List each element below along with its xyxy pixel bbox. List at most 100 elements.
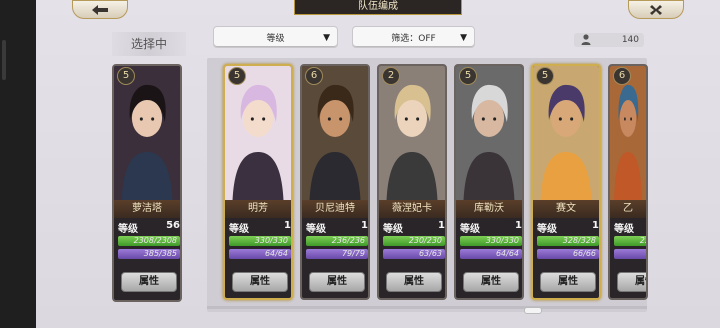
- sort-dropdown[interactable]: 等级 ▼: [213, 26, 338, 48]
- character-name: 萝洁塔: [114, 200, 180, 218]
- character-name: 库勒沃: [456, 200, 522, 218]
- level-label: 等级: [383, 224, 403, 235]
- level-row: 等级1: [614, 220, 646, 235]
- chevron-down-icon: ▼: [323, 33, 330, 43]
- mp-bar: 66/66: [537, 249, 599, 259]
- hp-bar: 328/328: [537, 236, 599, 246]
- hp-bar: 230/230: [614, 236, 646, 246]
- hp-value: 330/330: [254, 236, 288, 245]
- person-icon: [581, 34, 591, 45]
- hp-value: 330/330: [485, 236, 519, 245]
- mp-bar: 79/79: [306, 249, 368, 259]
- character-portrait: [114, 66, 180, 200]
- roster-scrollbar[interactable]: [207, 306, 647, 309]
- roster-scroll-thumb[interactable]: [524, 307, 542, 314]
- character-name: 赛文: [533, 200, 599, 218]
- hp-bar: 330/330: [460, 236, 522, 246]
- rank-icon: 6: [613, 67, 631, 85]
- level-row: 等级 1: [383, 220, 445, 235]
- level-row: 等级 1: [537, 220, 599, 235]
- filter-dropdown[interactable]: 筛选：OFF ▼: [352, 26, 475, 48]
- character-portrait: [533, 66, 599, 200]
- hp-bar: 330/330: [229, 236, 291, 246]
- character-card[interactable]: 5 明芳等级 1 330/330 64/64 属性: [223, 64, 293, 300]
- chevron-down-icon: ▼: [460, 33, 467, 43]
- rank-icon: 5: [228, 67, 246, 85]
- level-value: 56: [166, 220, 180, 231]
- roster-count-value: 140: [621, 35, 639, 45]
- mp-bar: 62/62: [614, 249, 646, 259]
- mp-bar-fill: [614, 249, 646, 259]
- level-label: 等级: [118, 224, 138, 235]
- level-value: 1: [592, 220, 599, 231]
- mp-value: 66/66: [572, 249, 596, 258]
- character-portrait: [302, 66, 368, 200]
- character-name: 明芳: [225, 200, 291, 218]
- rank-icon: 5: [459, 67, 477, 85]
- mp-bar: 64/64: [460, 249, 522, 259]
- level-row: 等级 1: [306, 220, 368, 235]
- rank-icon: 5: [117, 67, 135, 85]
- page-title: 队伍编成: [294, 0, 462, 15]
- attributes-button[interactable]: 属性: [309, 272, 365, 292]
- rank-icon: 6: [305, 67, 323, 85]
- mp-value: 64/64: [495, 249, 519, 258]
- character-portrait: [225, 66, 291, 200]
- mp-bar: 385/385: [118, 249, 180, 259]
- character-card[interactable]: 5 赛文等级 1 328/328 66/66 属性: [531, 64, 601, 300]
- selected-character-card[interactable]: 5 萝洁塔等级 56 2308/2308 385/385 属性: [112, 64, 182, 302]
- left-edge-strip: [0, 0, 36, 328]
- mp-bar: 64/64: [229, 249, 291, 259]
- hp-value: 328/328: [562, 236, 596, 245]
- character-portrait: [379, 66, 445, 200]
- character-card[interactable]: 6 乙等级1230/230 62/62 属性: [608, 64, 648, 300]
- level-label: 等级: [306, 224, 326, 235]
- level-label: 等级: [614, 224, 634, 235]
- attributes-button[interactable]: 属性: [121, 272, 177, 292]
- level-value: 1: [515, 220, 522, 231]
- filter-dropdown-value: 筛选：OFF: [391, 33, 436, 44]
- character-name: 贝尼迪特: [302, 200, 368, 218]
- rank-icon: 2: [382, 67, 400, 85]
- level-label: 等级: [229, 224, 249, 235]
- level-row: 等级 56: [118, 220, 180, 235]
- rank-icon: 5: [536, 67, 554, 85]
- level-value: 1: [361, 220, 368, 231]
- mp-value: 79/79: [341, 249, 365, 258]
- hp-value: 230/230: [408, 236, 442, 245]
- attributes-button[interactable]: 属性: [463, 272, 519, 292]
- character-card[interactable]: 6 贝尼迪特等级 1 236/236 79/79 属性: [300, 64, 370, 300]
- sort-dropdown-value: 等级: [266, 33, 285, 44]
- level-row: 等级 1: [229, 220, 291, 235]
- hp-value: 230/230: [639, 236, 646, 245]
- character-portrait: [456, 66, 522, 200]
- level-value: 1: [438, 220, 445, 231]
- attributes-button[interactable]: 属性: [232, 272, 288, 292]
- level-label: 等级: [460, 224, 480, 235]
- roster-count-badge: 140: [574, 33, 644, 47]
- edge-mark: [2, 40, 6, 80]
- hp-value: 236/236: [331, 236, 365, 245]
- level-row: 等级 1: [460, 220, 522, 235]
- attributes-button[interactable]: 属性: [386, 272, 442, 292]
- mp-value: 385/385: [143, 249, 177, 258]
- back-button[interactable]: [72, 0, 128, 19]
- hp-bar: 2308/2308: [118, 236, 180, 246]
- selection-label: 选择中: [112, 32, 186, 56]
- attributes-button[interactable]: 属性: [617, 272, 646, 292]
- character-card[interactable]: 2 薇涅妃卡 等级 1 230/230 63/63 属性: [377, 64, 447, 300]
- hp-bar: 230/230: [383, 236, 445, 246]
- level-label: 等级: [537, 224, 557, 235]
- close-button[interactable]: [628, 0, 684, 19]
- mp-bar: 63/63: [383, 249, 445, 259]
- mp-value: 63/63: [418, 249, 442, 258]
- character-name: 乙: [610, 200, 646, 218]
- attributes-button[interactable]: 属性: [540, 272, 596, 292]
- mp-value: 64/64: [264, 249, 288, 258]
- character-card[interactable]: 5 库勒沃等级 1 330/330 64/64 属性: [454, 64, 524, 300]
- character-portrait: [610, 66, 646, 200]
- hp-value: 2308/2308: [133, 236, 177, 245]
- level-value: 1: [284, 220, 291, 231]
- close-x-icon: [650, 4, 662, 15]
- team-formation-screen: 队伍编成 选择中 等级 ▼ 筛选：OFF ▼ 140 5 萝洁塔 等级 56 2308/…: [36, 0, 720, 328]
